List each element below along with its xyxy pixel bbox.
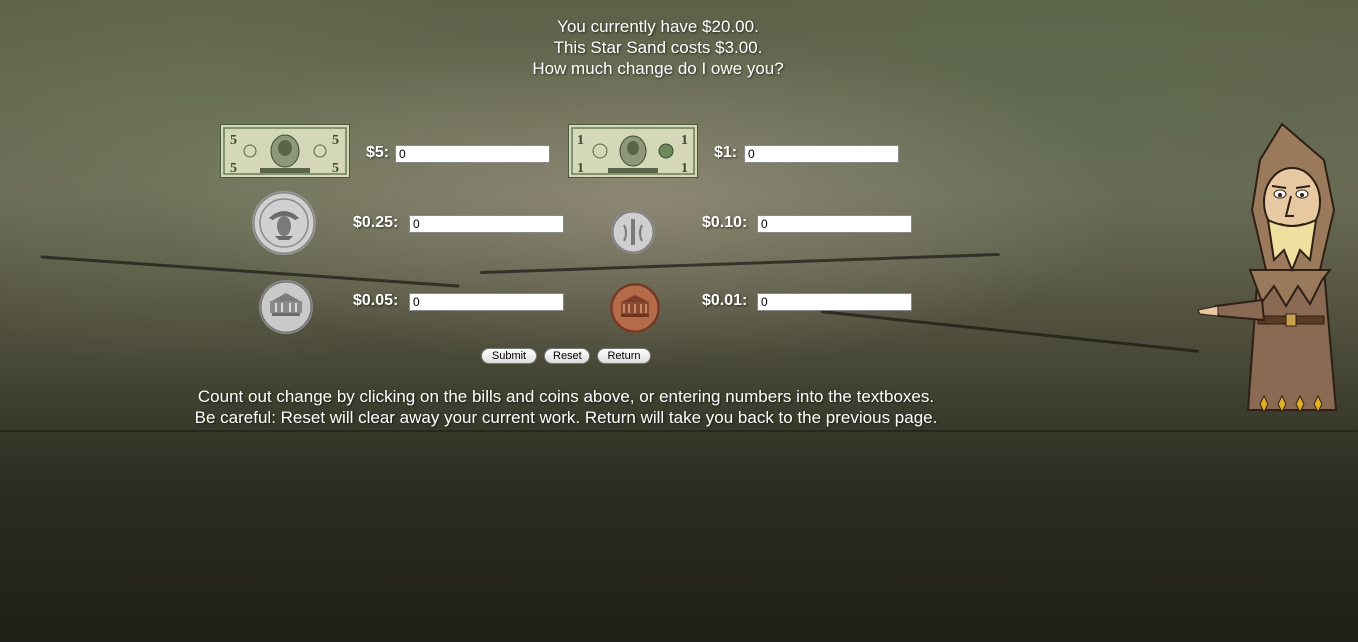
five-dollar-label: $5:	[366, 144, 390, 161]
quarter-label: $0.25:	[353, 214, 399, 231]
one-dollar-bill-icon[interactable]: 1 1 1 1	[568, 124, 698, 178]
one-dollar-label: $1:	[714, 144, 738, 161]
cave-crack	[0, 430, 1358, 432]
svg-text:5: 5	[230, 133, 237, 148]
one-dollar-input[interactable]	[744, 145, 899, 163]
question-prompt: You currently have $20.00. This Star San…	[0, 16, 1316, 79]
dime-label: $0.10:	[702, 214, 748, 231]
current-money-text: You currently have $20.00.	[557, 17, 759, 36]
svg-text:1: 1	[577, 133, 584, 148]
quarter-input[interactable]	[409, 215, 564, 233]
svg-text:5: 5	[230, 161, 237, 176]
quarter-coin-icon[interactable]	[251, 190, 317, 256]
cave-crack	[40, 255, 460, 288]
svg-text:5: 5	[332, 161, 339, 176]
dime-input[interactable]	[757, 215, 912, 233]
svg-text:1: 1	[577, 161, 584, 176]
item-cost-text: This Star Sand costs $3.00.	[553, 38, 763, 57]
penny-input[interactable]	[757, 293, 912, 311]
change-question-text: How much change do I owe you?	[532, 59, 784, 78]
svg-text:1: 1	[681, 133, 688, 148]
dime-coin-icon[interactable]	[610, 209, 656, 255]
penny-label: $0.01:	[702, 292, 748, 309]
penny-coin-icon[interactable]	[609, 282, 661, 334]
return-button[interactable]: Return	[597, 348, 651, 364]
svg-text:1: 1	[681, 161, 688, 176]
instructions-line-1: Count out change by clicking on the bill…	[197, 387, 935, 406]
instructions-text: Count out change by clicking on the bill…	[0, 386, 1132, 428]
nickel-label: $0.05:	[353, 292, 399, 309]
reset-button[interactable]: Reset	[544, 348, 590, 364]
five-dollar-bill-icon[interactable]: 5 5 5 5	[220, 124, 350, 178]
instructions-line-2: Be careful: Reset will clear away your c…	[194, 408, 938, 427]
nickel-coin-icon[interactable]	[258, 279, 314, 335]
svg-text:5: 5	[332, 133, 339, 148]
cave-crack	[820, 310, 1200, 353]
submit-button[interactable]: Submit	[481, 348, 537, 364]
cave-crack	[480, 252, 1000, 275]
nickel-input[interactable]	[409, 293, 564, 311]
wizard-shopkeeper-icon	[1197, 122, 1338, 414]
five-dollar-input[interactable]	[395, 145, 550, 163]
